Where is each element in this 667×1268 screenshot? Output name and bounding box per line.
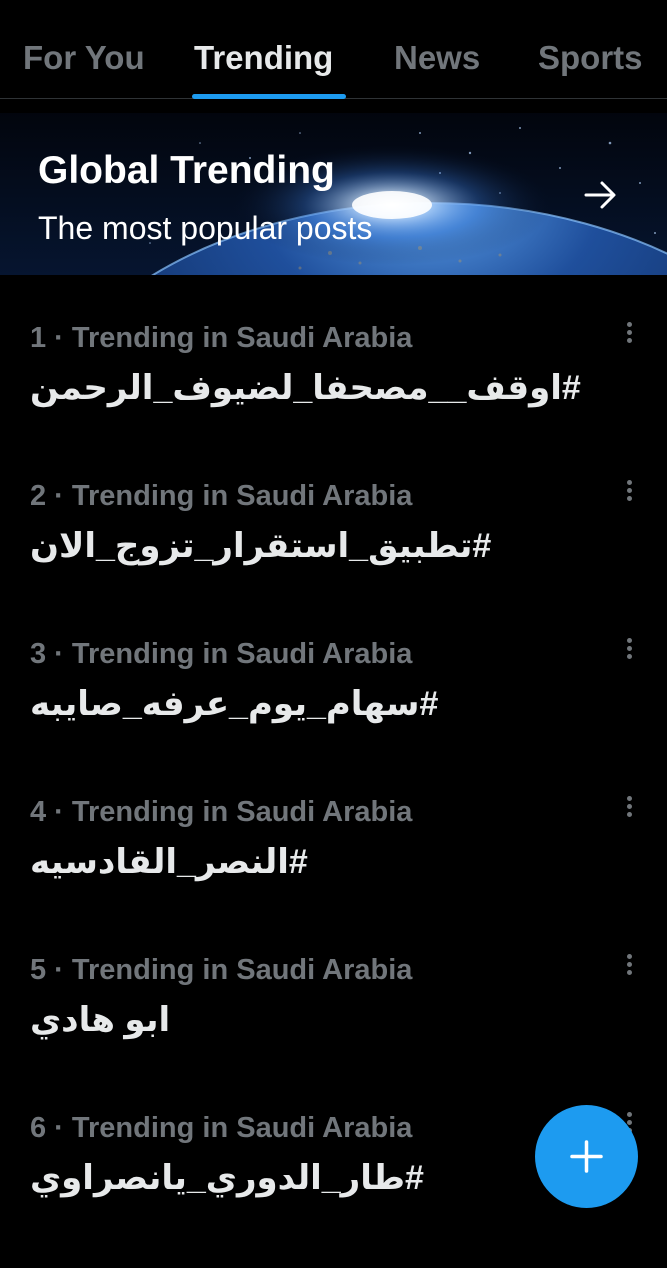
trend-meta: 3 · Trending in Saudi Arabia [30,638,413,670]
trend-item-4[interactable]: 4 · Trending in Saudi Arabia #النصر_القا… [0,794,667,952]
tab-sports[interactable]: Sports [538,38,643,78]
trend-name: #النصر_القادسيه [30,843,308,881]
trend-item-3[interactable]: 3 · Trending in Saudi Arabia #سهام_يوم_ع… [0,636,667,794]
more-options-icon[interactable] [614,478,646,510]
more-options-icon[interactable] [614,952,646,984]
earth-background-image [0,113,667,275]
trend-item-5[interactable]: 5 · Trending in Saudi Arabia ابو هادي [0,952,667,1110]
tab-trending[interactable]: Trending [194,38,333,78]
active-tab-indicator [192,94,346,99]
tab-news[interactable]: News [394,38,480,78]
banner-subtitle: The most popular posts [38,210,373,246]
trend-name: ابو هادي [30,1001,171,1039]
top-tab-bar: For You Trending News Sports [0,0,667,99]
trend-meta: 2 · Trending in Saudi Arabia [30,480,413,512]
trend-meta: 4 · Trending in Saudi Arabia [30,796,413,828]
global-trending-banner[interactable]: Global Trending The most popular posts [0,113,667,275]
trend-item-1[interactable]: 1 · Trending in Saudi Arabia #اوقف__مصحف… [0,320,667,478]
trend-name: #اوقف__مصحفا_لضيوف_الرحمن [30,369,581,407]
trend-meta: 5 · Trending in Saudi Arabia [30,954,413,986]
more-options-icon[interactable] [614,320,646,352]
trend-name: #تطبيق_استقرار_تزوج_الان [30,527,492,565]
more-options-icon[interactable] [614,636,646,668]
trend-meta: 6 · Trending in Saudi Arabia [30,1112,413,1144]
trend-name: #طار_الدوري_يانصراوي [30,1159,424,1197]
tab-for-you[interactable]: For You [23,38,145,78]
trend-meta: 1 · Trending in Saudi Arabia [30,322,413,354]
more-options-icon[interactable] [614,794,646,826]
plus-icon [570,1140,603,1173]
arrow-right-icon[interactable] [582,177,618,213]
banner-title: Global Trending [38,149,335,192]
compose-post-button[interactable] [535,1105,638,1208]
trend-item-2[interactable]: 2 · Trending in Saudi Arabia #تطبيق_استق… [0,478,667,636]
trend-name: #سهام_يوم_عرفه_صايبه [30,685,439,723]
